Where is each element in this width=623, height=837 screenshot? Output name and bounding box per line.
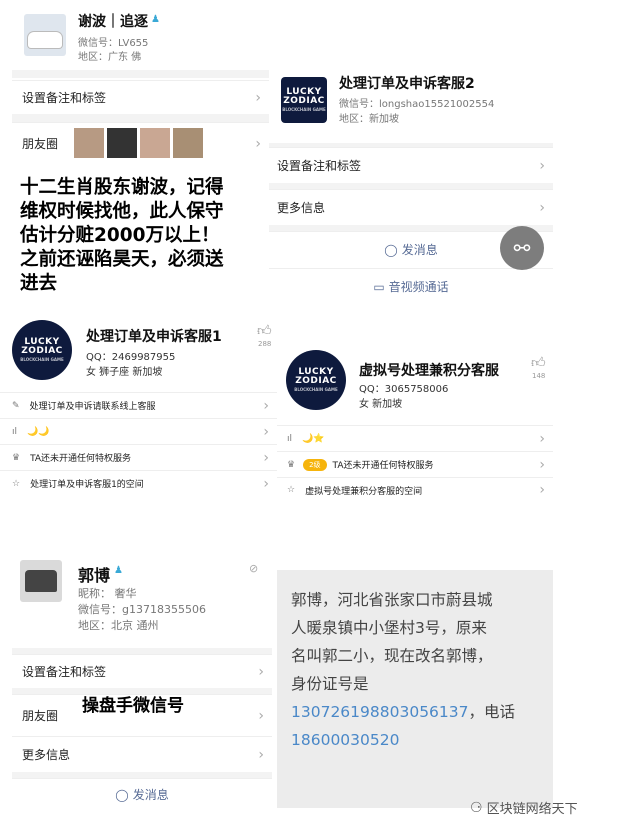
chevron-right-icon: › — [255, 89, 261, 106]
set-note-row[interactable]: 设置备注和标签 › — [12, 80, 269, 114]
avatar[interactable] — [20, 560, 62, 602]
lucky-zodiac-logo: LUCKY ZODIAC BLOCKCHAIN GAME — [286, 350, 346, 410]
verified-icon: ♟ — [114, 565, 123, 576]
overlay-annotation: 十二生肖股东谢波，记得 维权时候找他，此人保守 估计分赃2000万以上！ 之前还诬陷昊… — [12, 170, 269, 300]
status-row[interactable]: ✎ 处理订单及申诉请联系线上客服 › — [0, 392, 277, 418]
chevron-right-icon: › — [539, 430, 545, 447]
link-icon[interactable]: ⚯ — [500, 226, 544, 270]
like-icon[interactable]: 👍︎ — [531, 354, 546, 371]
chevron-right-icon: › — [263, 475, 269, 492]
chart-icon: ıl — [287, 433, 293, 444]
chevron-right-icon: › — [539, 199, 545, 216]
nickname: 昵称： 奢华 — [78, 587, 137, 600]
chevron-right-icon: › — [263, 449, 269, 466]
wechat-logo-icon: ⚆ — [470, 799, 483, 816]
level-badge: 2级 — [303, 458, 327, 471]
lucky-zodiac-logo: LUCKY ZODIAC BLOCKCHAIN GAME — [281, 77, 327, 123]
wechat-id: 微信号：g13718355506 — [78, 603, 206, 616]
chevron-right-icon: › — [263, 397, 269, 414]
qq-profile-kefu1: LUCKY ZODIAC BLOCKCHAIN GAME 处理订单及申诉客服1 QQ… — [0, 312, 277, 497]
set-note-row[interactable]: 设置备注和标签 › — [269, 147, 553, 183]
level-row[interactable]: ıl 🌙⭐ › — [277, 425, 553, 451]
star-icon: ☆ — [287, 485, 296, 495]
id-number-link[interactable]: 130726198803056137 — [291, 703, 469, 721]
profile-panel-kefu2: LUCKY ZODIAC BLOCKCHAIN GAME 处理订单及申诉客服2 微信… — [269, 55, 553, 305]
verified-icon: ♟ — [151, 14, 160, 25]
profile-name: 处理订单及申诉客服1 — [86, 329, 222, 345]
moments-thumbnails — [74, 128, 203, 158]
chevron-right-icon: › — [258, 746, 264, 763]
avatar[interactable] — [24, 14, 66, 56]
video-call-button[interactable]: ▭ 音视频通话 — [269, 268, 553, 304]
more-info-row[interactable]: 更多信息 › — [12, 736, 272, 772]
chevron-right-icon: › — [263, 423, 269, 440]
video-icon: ▭ — [373, 279, 385, 294]
profile-name: 郭博 — [78, 566, 111, 585]
crown-icon: ♛ — [12, 452, 21, 463]
chart-icon: ıl — [12, 426, 18, 437]
star-icon: ☆ — [12, 478, 21, 489]
region: 地区：新加坡 — [339, 114, 399, 125]
watermark: ⚆ 区块链网络天下 — [470, 799, 578, 818]
privilege-row[interactable]: ♛ TA还未开通任何特权服务 › — [0, 444, 277, 470]
qq-number: QQ：3065758006 — [359, 384, 449, 395]
like-count: 148 — [532, 372, 546, 380]
profile-info: 女 新加坡 — [359, 399, 403, 410]
region: 地区：广东 佛 — [78, 52, 142, 63]
space-row[interactable]: ☆ 处理订单及申诉客服1的空间 › — [0, 470, 277, 496]
phone-link[interactable]: 18600030520 — [291, 726, 539, 754]
profile-name: 处理订单及申诉客服2 — [339, 76, 475, 92]
more-info-row[interactable]: 更多信息 › — [269, 189, 553, 225]
pen-icon: ✎ — [12, 400, 20, 411]
chat-icon: ◯ — [115, 787, 129, 802]
chevron-right-icon: › — [258, 707, 264, 724]
chevron-right-icon: › — [539, 456, 545, 473]
note-screenshot: 郭博，河北省张家口市蔚县城 人暖泉镇中小堡村3号，原来 名叫郭二小，现在改名郭博… — [277, 570, 553, 808]
space-row[interactable]: ☆ 虚拟号处理兼积分客服的空间 › — [277, 477, 553, 502]
mute-icon[interactable]: ⊘ — [249, 562, 258, 575]
profile-name: 虚拟号处理兼积分客服 — [359, 363, 499, 379]
chevron-right-icon: › — [258, 663, 264, 680]
region: 地区：北京 通州 — [78, 619, 159, 632]
qq-profile-points-kefu: LUCKY ZODIAC BLOCKCHAIN GAME 虚拟号处理兼积分客服 QQ… — [277, 340, 553, 502]
like-icon[interactable]: 👍︎ — [257, 322, 272, 339]
wechat-id: 微信号：LV655 — [78, 38, 149, 49]
profile-panel-xiebo: 谢波｜追逐 ♟ 微信号：LV655 地区：广东 佛 设置备注和标签 › 朋友圈 ›… — [12, 0, 269, 305]
wechat-id: 微信号：longshao15521002554 — [339, 99, 495, 110]
chevron-right-icon: › — [255, 135, 261, 152]
send-message-button[interactable]: ◯ 发消息 — [12, 778, 272, 810]
moments-row[interactable]: 朋友圈 › — [12, 122, 269, 164]
overlay-annotation: 操盘手微信号 — [82, 696, 184, 716]
set-note-row[interactable]: 设置备注和标签 › — [12, 654, 272, 688]
chat-icon: ◯ — [384, 242, 398, 257]
privilege-row[interactable]: ♛ 2级 TA还未开通任何特权服务 › — [277, 451, 553, 477]
profile-info: 女 狮子座 新加坡 — [86, 367, 163, 378]
like-count: 288 — [258, 340, 272, 348]
profile-panel-guobo: 郭博 ♟ ⊘ 昵称： 奢华 微信号：g13718355506 地区：北京 通州 … — [12, 548, 272, 810]
level-row[interactable]: ıl 🌙🌙 › — [0, 418, 277, 444]
crown-icon: ♛ — [287, 459, 296, 470]
chevron-right-icon: › — [539, 482, 545, 498]
profile-name: 谢波｜追逐 — [78, 14, 148, 30]
lucky-zodiac-logo: LUCKY ZODIAC BLOCKCHAIN GAME — [12, 320, 72, 380]
chevron-right-icon: › — [539, 157, 545, 174]
qq-number: QQ：2469987955 — [86, 352, 176, 363]
